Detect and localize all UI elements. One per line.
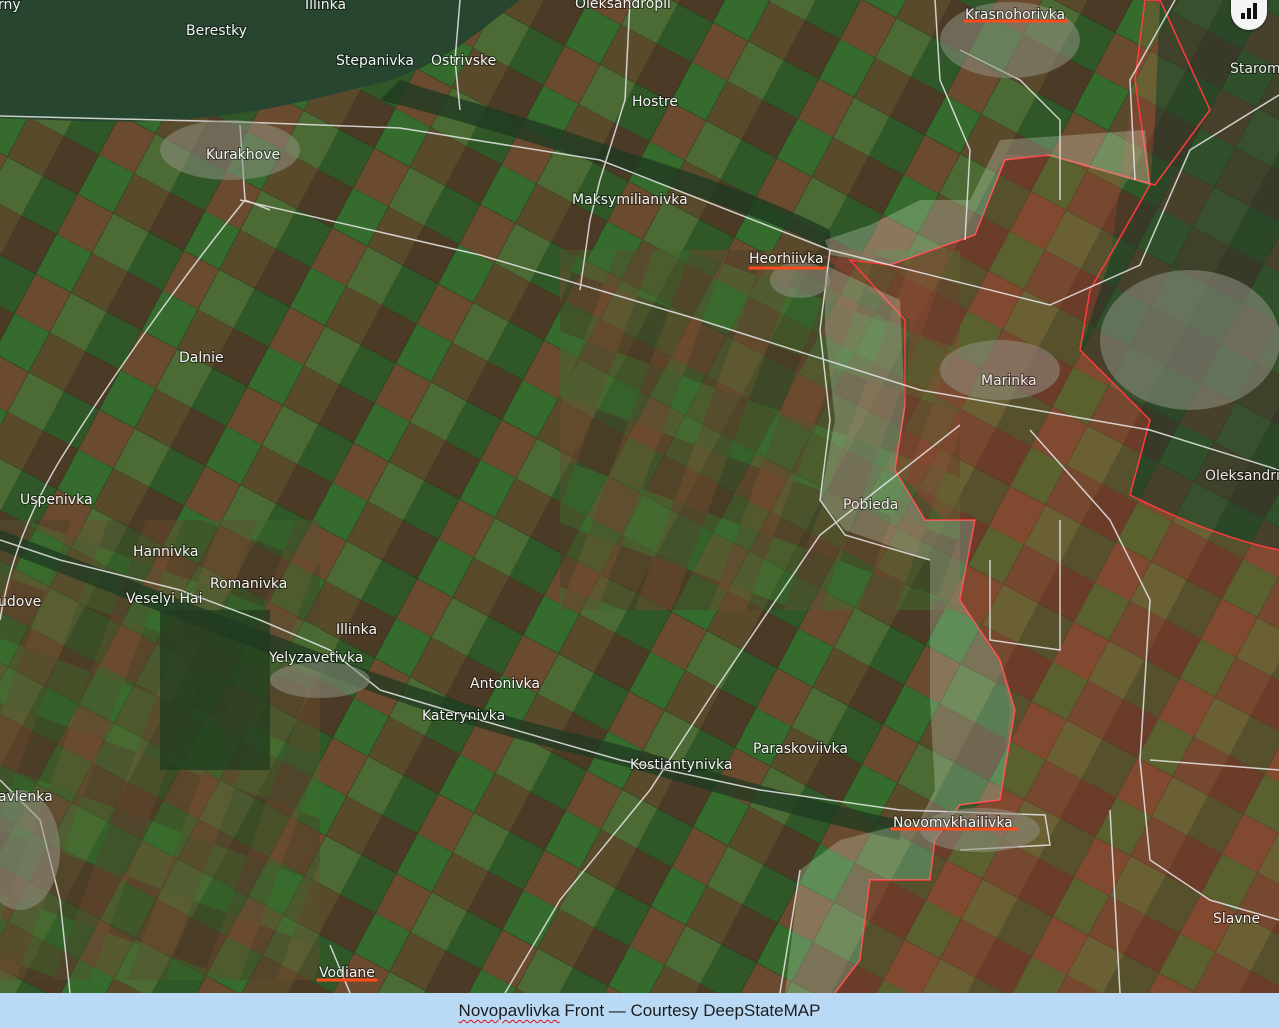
town-label: Kurakhove xyxy=(206,147,280,163)
town-label: Paraskoviivka xyxy=(753,741,848,757)
town-label: Illinka xyxy=(305,0,346,13)
town-label: Oleksandropil xyxy=(575,0,671,12)
town-label: avlenka xyxy=(0,789,53,805)
town-label: Oleksandri xyxy=(1205,468,1279,484)
town-label: rny xyxy=(0,0,21,13)
town-label: Ostrivske xyxy=(431,53,496,69)
town-label: Hannivka xyxy=(133,544,198,560)
satellite-map: rny Illinka Oleksandropil Krasnohorivka … xyxy=(0,0,1279,993)
town-label: Kostiantynivka xyxy=(630,757,732,773)
town-label: Marinka xyxy=(981,373,1037,389)
caption-credit: Front — Courtesy DeepStateMAP xyxy=(559,1001,821,1020)
map-view[interactable]: rny Illinka Oleksandropil Krasnohorivka … xyxy=(0,0,1279,993)
town-label: Veselyi Hai xyxy=(126,591,203,607)
figure-caption: Novopavlivka Front — Courtesy DeepStateM… xyxy=(0,993,1279,1028)
town-label-highlight: Heorhiivka xyxy=(749,251,824,267)
town-label: Antonivka xyxy=(470,676,540,692)
town-label: Starom xyxy=(1230,61,1279,77)
town-label: Uspenivka xyxy=(20,492,93,508)
town-label: Berestky xyxy=(186,23,247,39)
town-label: Romanivka xyxy=(210,576,287,592)
town-label: Hostre xyxy=(632,94,678,110)
town-label: Illinka xyxy=(336,622,377,638)
town-label: udove xyxy=(0,594,41,610)
town-label: Stepanivka xyxy=(336,53,414,69)
town-label: Dalnie xyxy=(179,350,224,366)
town-label: Yelyzavetivka xyxy=(268,650,363,666)
town-label: Pobieda xyxy=(843,497,898,513)
town-label: Maksymilianivka xyxy=(572,192,688,208)
caption-place-name: Novopavlivka xyxy=(458,1001,560,1020)
town-label: Slavne xyxy=(1213,911,1260,927)
town-label: Katerynivka xyxy=(422,708,505,724)
